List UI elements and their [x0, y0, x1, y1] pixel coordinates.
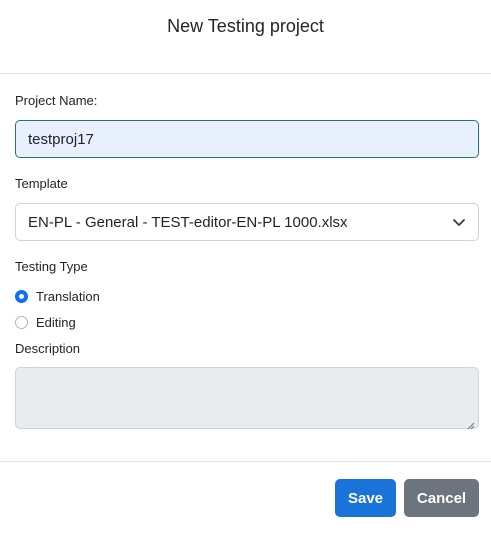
radio-translation[interactable]: [15, 290, 28, 303]
testing-type-editing[interactable]: Editing: [15, 315, 76, 330]
template-select[interactable]: EN-PL - General - TEST-editor-EN-PL 1000…: [15, 203, 479, 241]
chevron-down-icon: [452, 215, 466, 229]
testing-type-label: Testing Type: [15, 259, 88, 274]
radio-editing-label: Editing: [36, 315, 76, 330]
description-textarea[interactable]: [15, 367, 479, 430]
description-label: Description: [15, 341, 81, 356]
resize-grip-icon[interactable]: [467, 417, 475, 430]
radio-translation-label: Translation: [36, 289, 100, 304]
save-button[interactable]: Save: [335, 479, 396, 517]
dialog-header: New Testing project: [0, 0, 491, 74]
template-label: Template: [15, 176, 68, 191]
new-testing-project-dialog: New Testing project Project Name: Templa…: [0, 0, 491, 534]
cancel-button[interactable]: Cancel: [404, 479, 479, 517]
testing-type-translation[interactable]: Translation: [15, 289, 100, 304]
radio-editing[interactable]: [15, 316, 28, 329]
template-select-value: EN-PL - General - TEST-editor-EN-PL 1000…: [28, 213, 348, 231]
project-name-label: Project Name:: [15, 93, 98, 108]
dialog-footer: Save Cancel: [0, 461, 491, 534]
dialog-title: New Testing project: [167, 16, 324, 36]
project-name-input[interactable]: [15, 120, 479, 158]
